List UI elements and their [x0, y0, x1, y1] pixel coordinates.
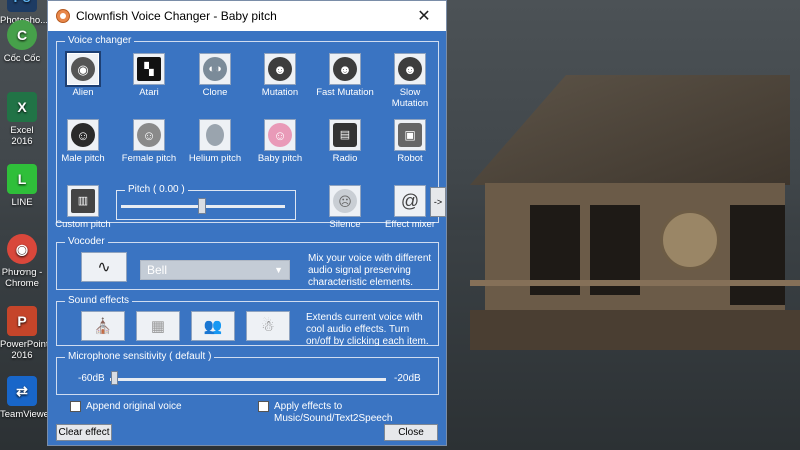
desktop-icon-excel[interactable]: X Excel 2016	[0, 92, 44, 147]
coccoc-icon: C	[7, 20, 37, 50]
mic-max-label: -20dB	[394, 373, 421, 384]
pitch-title: Pitch ( 0.00 )	[125, 184, 188, 195]
chrome-icon: ◉	[7, 234, 37, 264]
excel-icon: X	[7, 92, 37, 122]
male-face-icon: ☺	[71, 123, 95, 147]
apply-effects-checkbox[interactable]	[258, 401, 269, 412]
voice-slow-mutation-button[interactable]: ☻ Slow Mutation	[381, 53, 439, 109]
balloon-icon	[206, 124, 224, 146]
voice-female-pitch-button[interactable]: ☺ Female pitch	[120, 119, 178, 164]
effect-ghost-button[interactable]: ☃	[246, 311, 290, 341]
slow-mutation-icon: ☻	[398, 57, 422, 81]
expand-arrow-button[interactable]: ->	[430, 187, 446, 217]
window-title: Clownfish Voice Changer - Baby pitch	[76, 9, 277, 23]
waveform-icon: ∿	[97, 259, 111, 276]
baby-icon: ☺	[268, 123, 292, 147]
sound-effects-title: Sound effects	[65, 295, 132, 306]
vocoder-select[interactable]: Bell ▼	[140, 260, 290, 280]
powerpoint-icon: P	[7, 306, 37, 336]
voice-helium-pitch-button[interactable]: Helium pitch	[186, 119, 244, 164]
robot-icon: ▣	[398, 123, 422, 147]
teamviewer-icon: ⇄	[7, 376, 37, 406]
custom-pitch-button[interactable]: ▥ Custom pitch	[54, 185, 112, 230]
church-icon: ⛪	[93, 318, 113, 335]
voice-atari-button[interactable]: ▚ Atari	[120, 53, 178, 98]
vocoder-title: Vocoder	[65, 236, 108, 247]
voice-fast-mutation-button[interactable]: ☻ Fast Mutation	[316, 53, 374, 98]
spiral-icon: @	[398, 189, 422, 213]
clear-effect-button[interactable]: Clear effect	[56, 424, 112, 441]
vocoder-button[interactable]: ∿	[81, 252, 127, 282]
effect-church-button[interactable]: ⛪	[81, 311, 125, 341]
cave-icon: ▦	[150, 318, 166, 335]
desktop-icon-line[interactable]: L LINE	[0, 164, 44, 208]
voice-changer-title: Voice changer	[65, 35, 135, 46]
sound-effects-description: Extends current voice with cool audio ef…	[306, 312, 429, 347]
clone-icon: ◐◑	[203, 57, 227, 81]
line-icon: L	[7, 164, 37, 194]
female-face-icon: ☺	[137, 123, 161, 147]
title-bar[interactable]: Clownfish Voice Changer - Baby pitch ✕	[48, 1, 446, 31]
clownfish-window: Clownfish Voice Changer - Baby pitch ✕ V…	[47, 0, 447, 446]
equalizer-icon: ▥	[71, 189, 95, 213]
desktop-icon-powerpoint[interactable]: P PowerPoint 2016	[0, 306, 49, 361]
mutation-icon: ☻	[268, 57, 292, 81]
clownfish-app-icon	[56, 9, 70, 23]
mic-sensitivity-title: Microphone sensitivity ( default )	[65, 351, 215, 362]
voice-male-pitch-button[interactable]: ☺ Male pitch	[54, 119, 112, 164]
fast-mutation-icon: ☻	[333, 57, 357, 81]
mic-slider-thumb[interactable]	[111, 371, 118, 385]
voice-baby-pitch-button[interactable]: ☺ Baby pitch	[251, 119, 309, 164]
atari-icon: ▚	[137, 57, 161, 81]
effect-cave-button[interactable]: ▦	[136, 311, 180, 341]
append-original-label: Append original voice	[86, 401, 182, 412]
close-button[interactable]: Close	[384, 424, 438, 441]
desktop-icon-teamviewer[interactable]: ⇄ TeamViewer	[0, 376, 52, 420]
silence-icon: ☹	[333, 189, 357, 213]
voice-mutation-button[interactable]: ☻ Mutation	[251, 53, 309, 98]
vocoder-description: Mix your voice with different audio sign…	[308, 253, 432, 288]
desktop-icon-coccoc[interactable]: C Cốc Cốc	[0, 20, 44, 64]
photoshop-icon: Ps	[7, 0, 37, 12]
desktop-icon-chrome[interactable]: ◉ Phương - Chrome	[0, 234, 44, 289]
hut-photo	[470, 55, 800, 385]
crowd-icon: 👥	[203, 318, 223, 335]
mic-slider-track[interactable]	[110, 378, 386, 381]
radio-icon: ▤	[333, 123, 357, 147]
voice-alien-button[interactable]: ◉ Alien	[54, 51, 112, 98]
alien-icon: ◉	[71, 57, 95, 81]
voice-radio-button[interactable]: ▤ Radio	[316, 119, 374, 164]
voice-robot-button[interactable]: ▣ Robot	[381, 119, 439, 164]
silence-button[interactable]: ☹ Silence	[316, 185, 374, 230]
apply-effects-label: Apply effects to Music/Sound/Text2Speech	[274, 401, 393, 424]
effect-crowd-button[interactable]: 👥	[191, 311, 235, 341]
ghost-icon: ☃	[261, 318, 275, 335]
append-original-checkbox[interactable]	[70, 401, 81, 412]
pitch-slider-thumb[interactable]	[198, 198, 206, 214]
mic-min-label: -60dB	[78, 373, 105, 384]
voice-clone-button[interactable]: ◐◑ Clone	[186, 53, 244, 98]
chevron-down-icon: ▼	[274, 265, 283, 275]
close-window-button[interactable]: ✕	[402, 1, 446, 31]
